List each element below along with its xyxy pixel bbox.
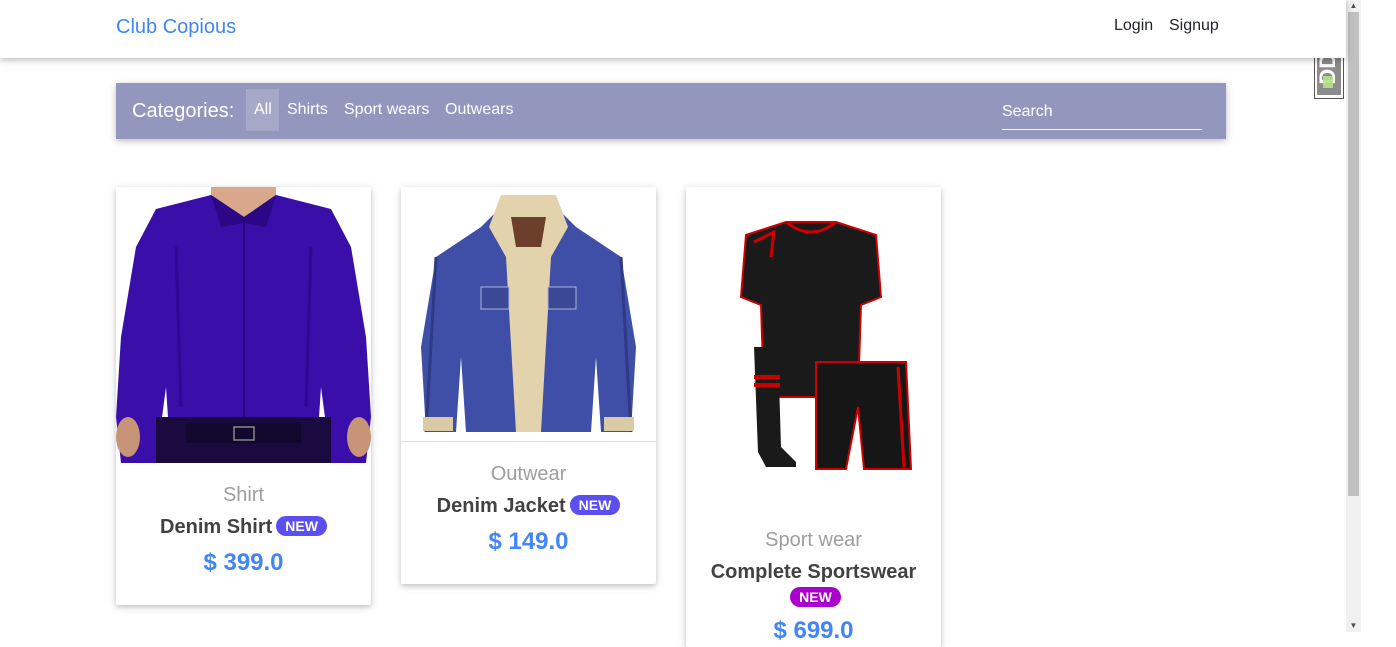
badge-row: NEW <box>686 587 941 609</box>
product-card[interactable]: Outwear Denim Jacket NEW $ 149.0 <box>401 187 656 584</box>
product-category: Sport wear <box>765 529 862 551</box>
navbar: Club Copious Login Signup <box>0 0 1346 58</box>
signup-link[interactable]: Signup <box>1169 17 1219 35</box>
product-price: $ 149.0 <box>488 528 569 555</box>
product-category: Shirt <box>222 484 265 506</box>
new-badge: NEW <box>569 495 621 515</box>
categories-label: Categories: <box>132 100 235 122</box>
product-price: $ 699.0 <box>773 617 854 644</box>
product-price: $ 399.0 <box>203 549 284 576</box>
product-name[interactable]: Denim Jacket <box>437 495 566 517</box>
new-badge: NEW <box>276 516 327 536</box>
scroll-up-icon[interactable]: ▲ <box>1346 0 1361 12</box>
sportswear-kit-image[interactable] <box>686 187 941 487</box>
category-all[interactable]: All <box>246 89 279 131</box>
search-input[interactable] <box>1002 95 1202 130</box>
category-shirts[interactable]: Shirts <box>279 89 336 131</box>
category-outwears[interactable]: Outwears <box>437 89 521 131</box>
product-title[interactable]: Denim Jacket NEW <box>401 495 656 518</box>
product-card[interactable]: Shirt Denim Shirt NEW $ 399.0 <box>116 187 371 605</box>
login-link[interactable]: Login <box>1114 17 1153 35</box>
denim-jacket-image[interactable] <box>401 187 656 442</box>
brand-link[interactable]: Club Copious <box>116 16 236 39</box>
product-name[interactable]: Complete Sportswear <box>686 561 941 584</box>
category-bar: Categories: All Shirts Sport wears Outwe… <box>116 83 1226 139</box>
product-name[interactable]: Denim Shirt <box>160 516 272 538</box>
product-title[interactable]: Denim Shirt NEW <box>116 516 371 539</box>
page-scrollbar[interactable]: ▲ ▼ <box>1346 0 1361 632</box>
product-card[interactable]: Sport wear Complete Sportswear NEW $ 699… <box>686 187 941 647</box>
product-category: Outwear <box>490 463 567 485</box>
category-sport-wears[interactable]: Sport wears <box>336 89 437 131</box>
scrollbar-thumb[interactable] <box>1348 12 1359 496</box>
new-badge: NEW <box>790 587 841 607</box>
scroll-down-icon[interactable]: ▼ <box>1346 620 1361 632</box>
blue-shirt-image[interactable] <box>116 187 371 463</box>
